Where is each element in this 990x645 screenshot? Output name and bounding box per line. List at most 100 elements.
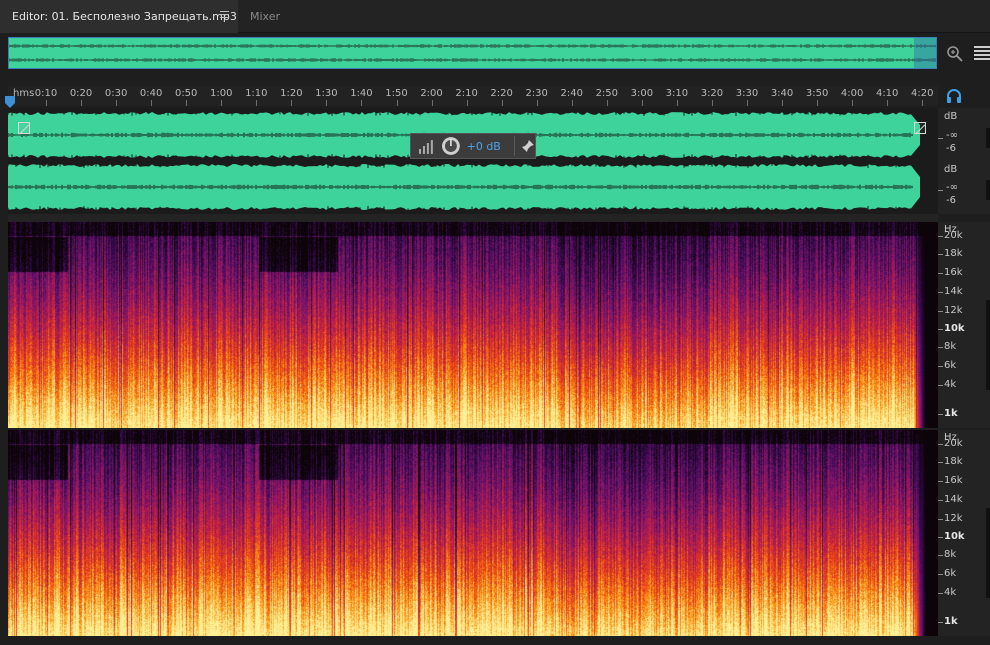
hz-label: 14k [944,494,963,505]
tab-mixer[interactable]: Mixer [238,0,318,33]
ruler-label: 4:20 [911,88,934,99]
hz-tick [938,519,943,520]
db-label-ch1: dB [944,111,958,122]
ruler-label: 0:10 [34,88,58,99]
hz-label: 8k [944,341,957,352]
hud-divider [514,136,516,156]
ruler-tick [431,100,433,106]
ruler-label: 1:00 [210,88,233,99]
playhead-marker-icon[interactable] [5,96,15,108]
spectral-display-ch1[interactable] [8,222,938,428]
ruler-label: 1:40 [350,88,373,99]
pin-icon[interactable] [521,139,535,153]
ruler-tick [922,100,924,106]
hz-label: 18k [944,456,963,467]
ruler-tick [186,100,188,106]
hz-axis-ch1: Hz 20k 18k 16k 14k 12k 10k 8k 6k 4k 1k [938,222,990,428]
hz-tick [938,311,943,312]
resize-grip-icon[interactable] [498,216,520,231]
ruler-label: 3:10 [665,88,689,99]
db-tick [938,190,943,191]
hz-tick [938,574,943,575]
ruler-label: 0:20 [69,88,93,99]
ruler-label: 2:50 [595,88,619,99]
hz-label: 12k [944,305,963,316]
ruler-tick [641,100,643,106]
ruler-tick [676,100,678,106]
scroll-edge [986,180,990,200]
time-ruler[interactable]: hms 0:10 0:20 0:30 0:40 0:50 1:00 1:10 1:20 1:30… [8,86,938,106]
spectral-display-ch2[interactable] [8,430,938,636]
ruler-label: 1:20 [280,88,303,99]
ruler-tick [747,100,748,106]
ruler-tick [501,100,503,106]
hz-tick [938,537,943,538]
ruler-label: 0:30 [104,88,128,99]
hz-label: 1k [944,616,958,627]
hz-tick [938,329,943,330]
ruler-tick [466,100,468,106]
ruler-label: 3:20 [700,88,724,99]
ruler-tick [151,100,153,106]
waveform-display[interactable] [8,108,938,214]
hz-label: 1k [944,408,958,419]
panel-divider[interactable] [8,214,938,222]
scroll-edge [986,300,990,390]
waveform-overview[interactable] [8,37,937,69]
headphones-icon[interactable] [946,88,962,104]
tab-bar: Editor: 01. Бесполезно Запрещать.mp3 Mix… [0,0,990,33]
ruler-label: 3:00 [630,88,654,99]
hz-axis-ch2: Hz 20k 18k 16k 14k 12k 10k 8k 6k 4k 1k [938,430,990,636]
ruler-label: 2:30 [525,88,548,99]
overview-waveform [9,38,936,68]
hz-label: 20k [944,230,963,241]
ruler-unit-label: hms [13,88,35,99]
waveform-db-axis: dB -∞ -6 dB -∞ -6 [938,108,990,214]
spectrogram-ch1 [8,222,938,428]
hz-label: 16k [944,267,963,278]
ruler-tick [396,100,398,106]
ruler-label: 3:30 [735,88,759,99]
hz-tick [938,292,943,293]
hz-label: 4k [944,587,957,598]
gain-value[interactable]: +0 dB [467,140,513,153]
db-tick [938,138,943,139]
spectrogram-ch2 [8,430,938,636]
db-level-ch1-6: -6 [946,143,956,154]
tab-mixer-label: Mixer [250,10,281,23]
ruler-tick [46,100,47,106]
fade-in-handle[interactable] [18,122,30,134]
ruler-tick [256,100,258,106]
hamburger-icon[interactable] [220,11,229,22]
tab-editor[interactable]: Editor: 01. Бесполезно Запрещать.mp3 [0,0,238,33]
hz-tick [938,236,943,237]
ruler-label: 3:50 [805,88,829,99]
zoom-icon[interactable] [946,45,964,63]
db-label-ch2: dB [944,164,958,175]
hz-label: 6k [944,568,957,579]
ruler-label: 4:00 [840,88,864,99]
db-level-ch2-inf: -∞ [946,182,958,193]
ruler-label: 4:10 [875,88,899,99]
fade-out-handle[interactable] [914,122,926,134]
hz-tick [938,347,943,348]
ruler-label: 2:20 [490,88,513,99]
hz-label: 10k [944,531,965,542]
ruler-tick [116,100,118,106]
hz-tick [938,444,943,445]
ruler-tick [81,100,83,106]
hz-tick [938,481,943,482]
ruler-label: 1:30 [315,88,338,99]
hz-tick [938,500,943,501]
volume-knob-icon[interactable] [441,136,461,156]
list-menu-icon[interactable] [974,46,990,60]
volume-hud[interactable]: +0 dB [410,133,536,159]
hz-label: 20k [944,438,963,449]
ruler-label: 2:40 [560,88,583,99]
db-level-ch1-inf: -∞ [946,130,958,141]
scroll-edge [986,128,990,148]
ruler-label: 3:40 [770,88,794,99]
db-level-ch2-6: -6 [946,195,956,206]
hz-tick [938,366,943,367]
ruler-label: 2:00 [420,88,443,99]
